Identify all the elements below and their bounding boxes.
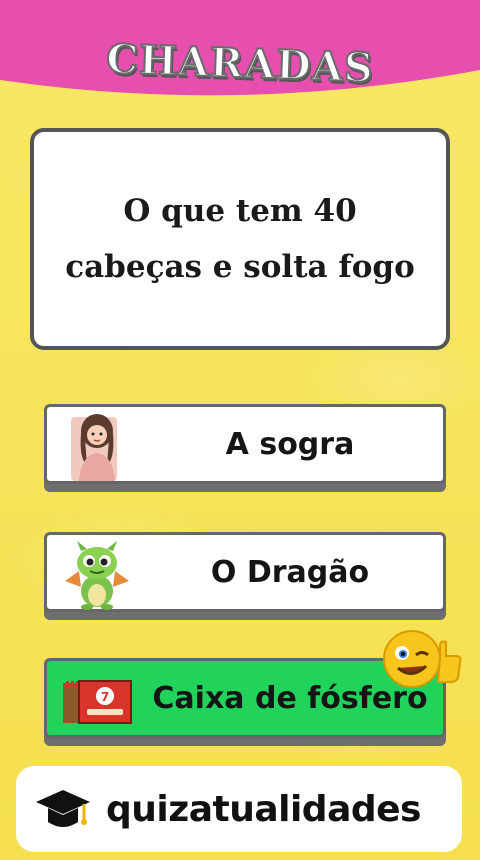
answer-option-2[interactable]: O Dragão bbox=[44, 532, 446, 612]
brand-name: quizatualidades bbox=[106, 788, 421, 830]
dragon-icon bbox=[65, 541, 129, 610]
answer-option-1[interactable]: A sogra bbox=[44, 404, 446, 484]
matchbox-number: 7 bbox=[101, 690, 109, 704]
graduation-cap-icon bbox=[36, 790, 90, 827]
question-card: O que tem 40 cabeças e solta fogo bbox=[30, 128, 450, 350]
answer-option-2-label: O Dragão bbox=[210, 554, 370, 590]
question-line-1: O que tem 40 bbox=[123, 193, 357, 229]
question-line-2: cabeças e solta fogo bbox=[65, 249, 415, 285]
brand-bar: quizatualidades bbox=[16, 766, 462, 852]
winking-thumbs-up-emoji-icon bbox=[383, 630, 462, 688]
woman-icon bbox=[71, 414, 117, 481]
question-text: O que tem 40 cabeças e solta fogo bbox=[60, 183, 420, 295]
matchbox-icon: 7 bbox=[63, 680, 132, 724]
answer-option-1-label: A sogra bbox=[225, 426, 355, 462]
